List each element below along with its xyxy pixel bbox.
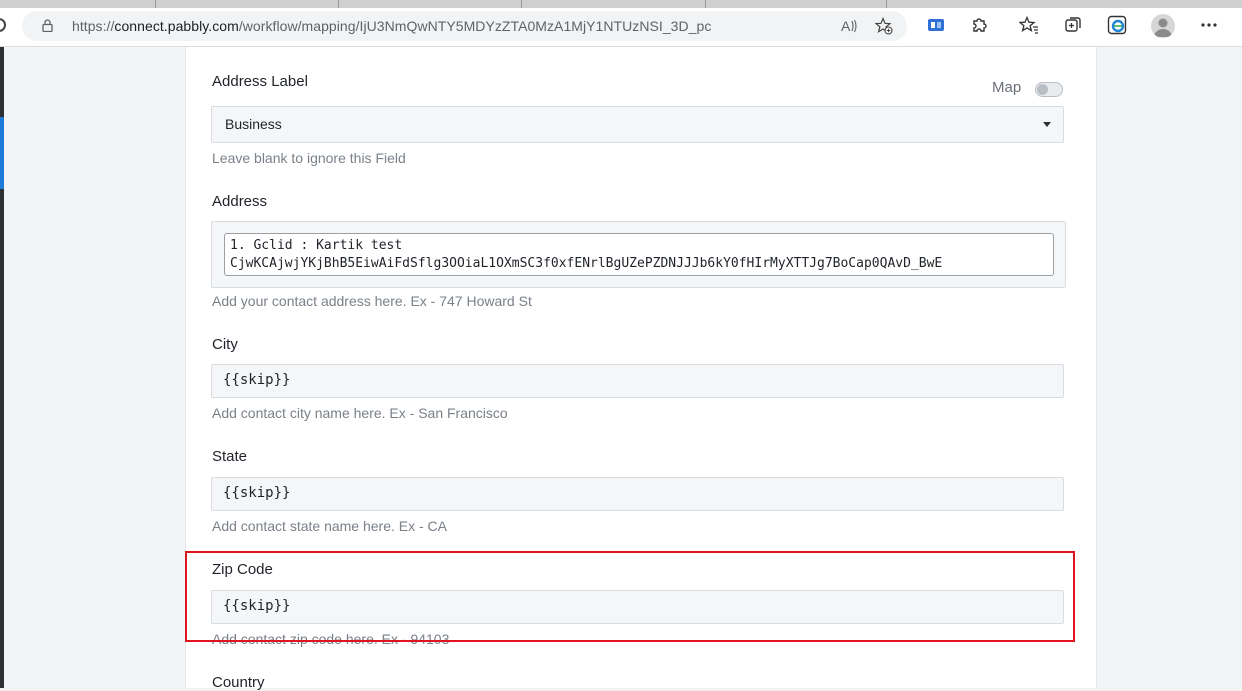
- address-value-line1: 1. Gclid : Kartik test: [230, 238, 403, 253]
- profile-avatar-icon[interactable]: [1151, 14, 1175, 38]
- address-value-line2: CjwKCAjwjYKjBhB5EiwAiFdSflg3OOiaL1OXmSC3…: [230, 256, 943, 271]
- mapping-form: Address Label Map Business Leave blank t…: [185, 47, 1097, 691]
- zip-input[interactable]: {{skip}}: [211, 590, 1064, 624]
- tab-separator: [886, 0, 887, 8]
- browser-toolbar: https://connect.pabbly.com/workflow/mapp…: [0, 8, 1242, 47]
- tab-separator: [705, 0, 706, 8]
- immersive-reader-icon[interactable]: [925, 14, 947, 36]
- address-field-container: 1. Gclid : Kartik test CjwKCAjwjYKjBhB5E…: [211, 221, 1066, 288]
- map-toggle-knob: [1037, 84, 1048, 95]
- city-hint: Add contact city name here. Ex - San Fra…: [212, 405, 508, 421]
- city-value: {{skip}}: [223, 372, 291, 388]
- map-toggle[interactable]: [1035, 82, 1063, 97]
- state-hint: Add contact state name here. Ex - CA: [212, 518, 448, 534]
- state-value: {{skip}}: [223, 485, 291, 501]
- zip-hint: Add contact zip code here. Ex - 94103: [212, 631, 450, 647]
- lock-icon[interactable]: [42, 19, 53, 32]
- zip-value: {{skip}}: [223, 598, 291, 614]
- tab-strip: [0, 0, 1242, 8]
- map-toggle-label: Map: [992, 79, 1022, 96]
- favorites-icon[interactable]: [1018, 14, 1040, 36]
- zip-field-label: Zip Code: [212, 561, 273, 578]
- url-text[interactable]: https://connect.pabbly.com/workflow/mapp…: [72, 18, 711, 34]
- state-input[interactable]: {{skip}}: [211, 477, 1064, 511]
- address-hint: Add your contact address here. Ex - 747 …: [212, 293, 532, 309]
- city-input[interactable]: {{skip}}: [211, 364, 1064, 398]
- favorite-add-icon[interactable]: [875, 17, 893, 35]
- sidebar-active-indicator: [0, 117, 4, 189]
- url-path: /workflow/mapping/IjU3NmQwNTY5MDYzZTA0Mz…: [238, 18, 712, 34]
- page-content: Address Label Map Business Leave blank t…: [0, 47, 1242, 691]
- address-bar[interactable]: https://connect.pabbly.com/workflow/mapp…: [22, 11, 907, 41]
- state-field-label: State: [212, 448, 248, 465]
- address-label-hint: Leave blank to ignore this Field: [212, 150, 406, 166]
- address-input[interactable]: 1. Gclid : Kartik test CjwKCAjwjYKjBhB5E…: [224, 233, 1054, 276]
- chevron-down-icon: [1043, 122, 1051, 127]
- city-field-label: City: [212, 336, 238, 353]
- edge-browser-icon[interactable]: [1106, 14, 1128, 36]
- tab-separator: [155, 0, 156, 8]
- url-domain: connect.pabbly.com: [114, 18, 239, 34]
- collections-icon[interactable]: [1062, 14, 1084, 36]
- tab-separator: [521, 0, 522, 8]
- tab-separator: [338, 0, 339, 8]
- read-aloud-icon[interactable]: A: [840, 17, 858, 35]
- svg-text:A: A: [841, 18, 851, 34]
- address-label-selected-value: Business: [225, 116, 282, 132]
- extensions-icon[interactable]: [969, 14, 991, 36]
- reload-icon[interactable]: [0, 18, 6, 32]
- address-label-select[interactable]: Business: [211, 106, 1064, 143]
- address-label-field-label: Address Label: [212, 73, 308, 90]
- more-options-icon[interactable]: [1198, 14, 1220, 36]
- url-scheme: https://: [72, 18, 115, 34]
- country-field-label: Country: [212, 674, 265, 691]
- address-field-label: Address: [212, 193, 268, 210]
